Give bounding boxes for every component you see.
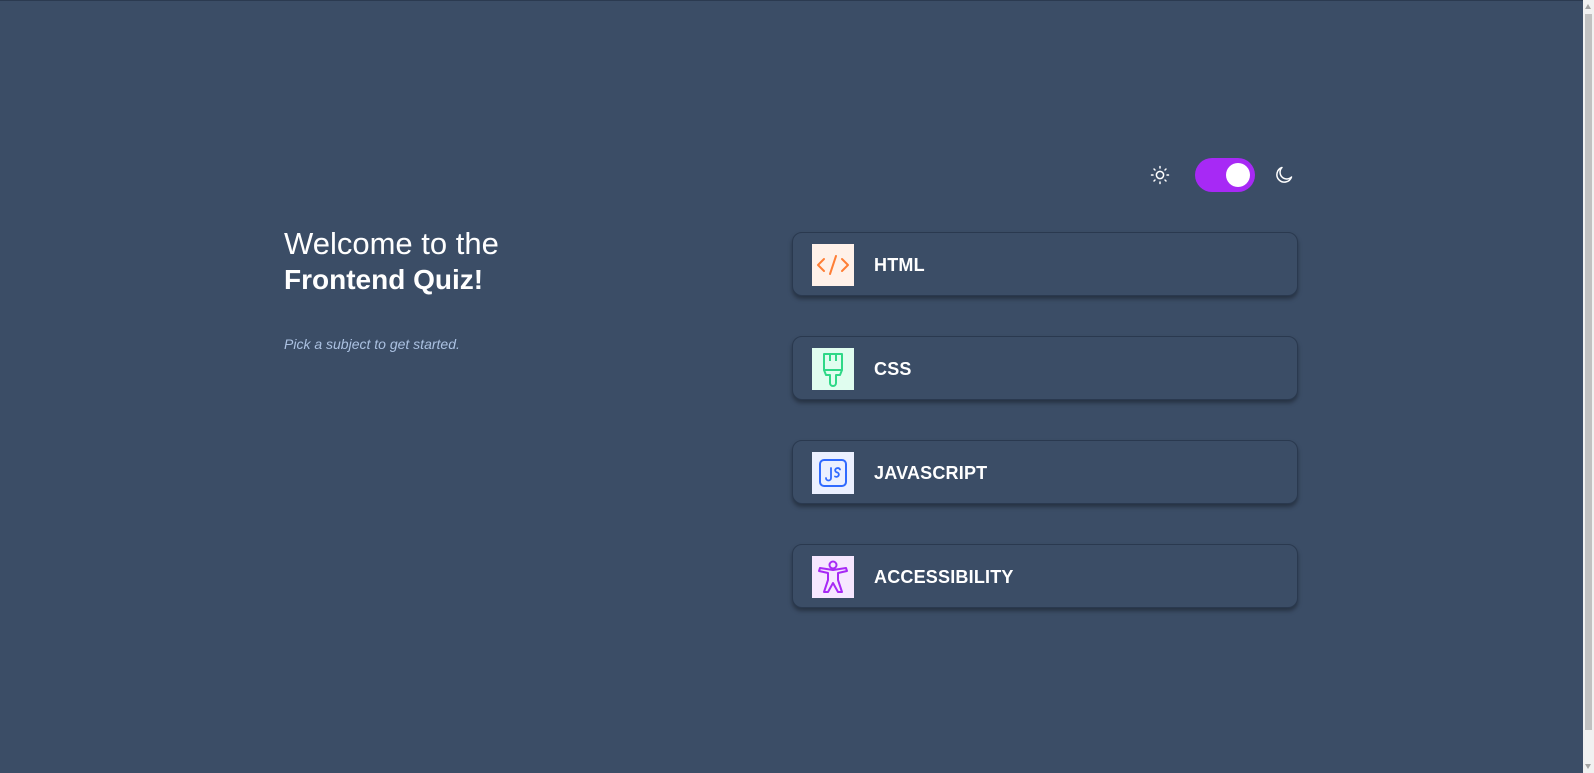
scroll-thumb[interactable] (1585, 14, 1592, 730)
moon-icon (1274, 165, 1294, 185)
subject-button-html[interactable]: HTML (792, 232, 1298, 296)
vertical-scrollbar[interactable] (1583, 0, 1594, 773)
subject-label-css: CSS (874, 359, 912, 379)
subject-button-accessibility[interactable]: ACCESSIBILITY (792, 544, 1298, 608)
subject-label-accessibility: ACCESSIBILITY (874, 567, 1014, 587)
subject-label-html: HTML (874, 255, 925, 275)
toggle-knob (1226, 163, 1250, 187)
sun-icon (1150, 165, 1170, 185)
window-top-border (0, 0, 1594, 1)
subject-label-javascript: JAVASCRIPT (874, 463, 988, 483)
theme-toggle-row (1148, 158, 1303, 192)
accessibility-icon (812, 556, 854, 598)
scroll-down-icon[interactable] (1585, 764, 1591, 769)
css-icon (812, 348, 854, 390)
subject-button-javascript[interactable]: JAVASCRIPT (792, 440, 1298, 504)
html-icon (812, 244, 854, 286)
subject-button-css[interactable]: CSS (792, 336, 1298, 400)
welcome-line-2: Frontend Quiz! (284, 264, 484, 295)
welcome-heading: Welcome to the Frontend Quiz! (284, 226, 684, 298)
scroll-up-icon[interactable] (1585, 4, 1591, 9)
theme-toggle-switch[interactable] (1195, 158, 1255, 192)
javascript-icon (812, 452, 854, 494)
subtitle: Pick a subject to get started. (284, 336, 460, 352)
welcome-line-1: Welcome to the (284, 226, 499, 261)
